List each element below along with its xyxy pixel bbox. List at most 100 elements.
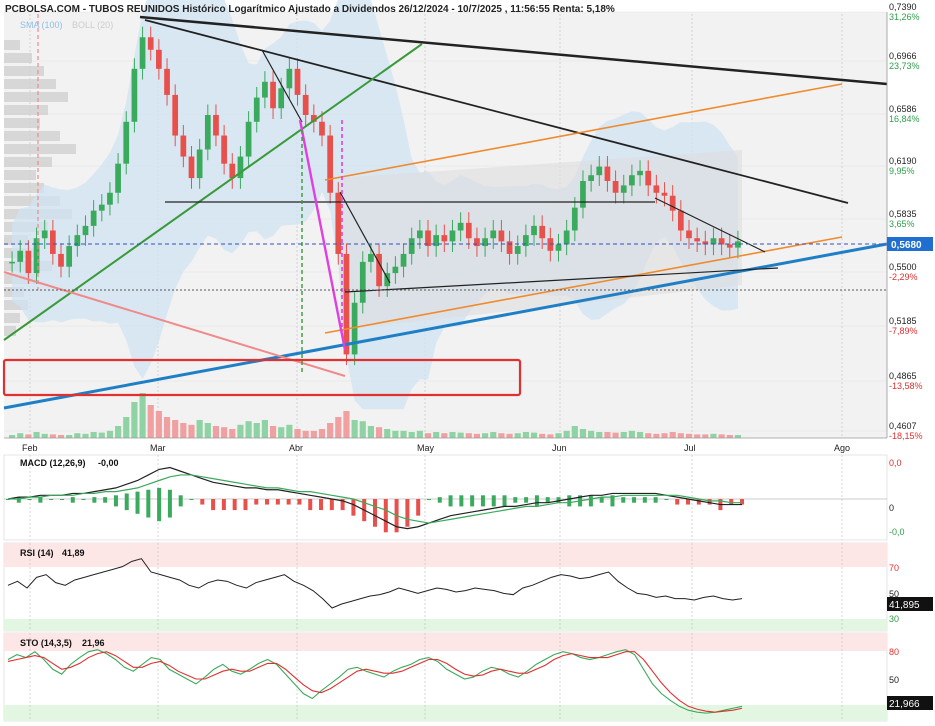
macd-histogram-bar bbox=[81, 499, 86, 500]
macd-histogram-bar bbox=[38, 497, 43, 503]
macd-tick: 0 bbox=[889, 503, 894, 513]
candle-body bbox=[82, 225, 89, 236]
volume-bar bbox=[710, 433, 717, 438]
macd-histogram-bar bbox=[319, 499, 324, 511]
candle-body bbox=[653, 185, 660, 193]
volume-bar bbox=[155, 411, 162, 438]
macd-histogram-bar bbox=[146, 489, 151, 518]
volume-profile-bar bbox=[4, 313, 20, 323]
macd-histogram-bar bbox=[308, 499, 313, 511]
volume-bar bbox=[318, 429, 326, 438]
rsi-tick: 30 bbox=[889, 614, 899, 624]
macd-histogram-bar bbox=[157, 487, 162, 522]
volume-bar bbox=[384, 429, 391, 438]
volume-bar bbox=[416, 430, 423, 438]
candle-body bbox=[41, 230, 48, 239]
macd-histogram-bar bbox=[588, 495, 593, 507]
macd-histogram-bar bbox=[113, 495, 118, 507]
candle-body bbox=[441, 235, 448, 242]
boll-legend: BOLL (20) bbox=[72, 20, 113, 30]
volume-bar bbox=[98, 432, 105, 438]
volume-bar bbox=[392, 430, 399, 438]
volume-bar bbox=[57, 435, 65, 438]
candle-body bbox=[514, 246, 521, 254]
candle-body bbox=[131, 68, 138, 122]
macd-histogram-bar bbox=[664, 499, 669, 500]
volume-bar bbox=[734, 435, 741, 438]
candle-body bbox=[319, 121, 325, 136]
macd-tick: 0,0 bbox=[889, 458, 902, 468]
macd-histogram-bar bbox=[567, 495, 572, 507]
candle-body bbox=[498, 230, 505, 242]
candle-body bbox=[139, 37, 146, 69]
candle-body bbox=[531, 225, 537, 236]
macd-histogram-bar bbox=[59, 499, 64, 500]
volume-bar bbox=[335, 417, 342, 438]
macd-histogram-bar bbox=[383, 499, 388, 533]
y-tick-value: 0,6966 bbox=[889, 51, 917, 61]
volume-profile-bar bbox=[4, 157, 52, 167]
macd-histogram-bar bbox=[740, 499, 744, 505]
macd-histogram-bar bbox=[49, 499, 54, 500]
candle-body bbox=[98, 204, 105, 211]
y-tick-pct: 9,95% bbox=[889, 166, 915, 176]
candle-body bbox=[221, 135, 227, 164]
macd-histogram-bar bbox=[642, 497, 647, 503]
volume-bar bbox=[645, 433, 652, 438]
candle-body bbox=[253, 97, 260, 122]
volume-bar bbox=[163, 417, 171, 438]
candle-body bbox=[286, 68, 293, 89]
macd-histogram-bar bbox=[426, 499, 431, 500]
x-tick-label: Jun bbox=[552, 443, 567, 453]
candle-body bbox=[245, 121, 252, 157]
macd-histogram-bar bbox=[221, 499, 226, 511]
volume-bar bbox=[563, 430, 570, 438]
candle-body bbox=[359, 261, 366, 303]
macd-histogram-bar bbox=[502, 495, 507, 507]
macd-histogram-bar bbox=[513, 497, 518, 503]
volume-profile-bar bbox=[4, 144, 76, 154]
candle-body bbox=[661, 192, 668, 196]
candle-body bbox=[580, 181, 586, 208]
candle-body bbox=[270, 81, 276, 109]
volume-bar bbox=[302, 430, 309, 438]
volume-bar bbox=[596, 432, 603, 438]
y-tick-value: 0,7390 bbox=[889, 2, 917, 12]
volume-bar bbox=[653, 433, 660, 438]
volume-bar bbox=[694, 434, 701, 438]
volume-bar bbox=[115, 426, 122, 438]
volume-bar bbox=[685, 433, 693, 438]
volume-bar bbox=[465, 433, 472, 438]
y-tick-pct: 16,84% bbox=[889, 114, 920, 124]
x-tick-label: May bbox=[417, 443, 435, 453]
volume-bar bbox=[441, 433, 448, 438]
volume-profile-bar bbox=[4, 40, 20, 50]
y-tick-value: 0,4607 bbox=[889, 421, 917, 431]
time-axis: Feb Mar Abr May Jun Jul Ago bbox=[22, 443, 850, 453]
y-tick-pct: -18,15% bbox=[889, 431, 923, 441]
macd-histogram-bar bbox=[351, 499, 356, 516]
candle-body bbox=[465, 222, 472, 239]
macd-value: -0,00 bbox=[98, 458, 119, 468]
volume-bar bbox=[367, 426, 374, 438]
candle-body bbox=[188, 156, 195, 179]
macd-histogram-bar bbox=[200, 499, 205, 505]
sto-overbought-zone bbox=[4, 633, 887, 651]
volume-profile-bar bbox=[4, 79, 56, 89]
sto-value: 21,96 bbox=[82, 638, 105, 648]
volume-bar bbox=[473, 433, 481, 438]
volume-bar bbox=[229, 429, 236, 438]
volume-bar bbox=[449, 432, 456, 438]
volume-bar bbox=[66, 435, 73, 438]
macd-histogram-bar bbox=[265, 499, 270, 505]
volume-bar bbox=[147, 405, 154, 438]
candle-body bbox=[482, 238, 488, 247]
macd-histogram-bar bbox=[232, 499, 237, 511]
candle-body bbox=[457, 222, 464, 231]
candle-body bbox=[302, 94, 309, 115]
chart-title: PCBOLSA.COM - TUBOS REUNIDOS Histórico L… bbox=[5, 4, 615, 15]
volume-bar bbox=[376, 427, 383, 438]
volume-bar bbox=[718, 434, 725, 438]
rsi-overbought-zone bbox=[4, 543, 887, 567]
volume-bar bbox=[482, 433, 489, 438]
